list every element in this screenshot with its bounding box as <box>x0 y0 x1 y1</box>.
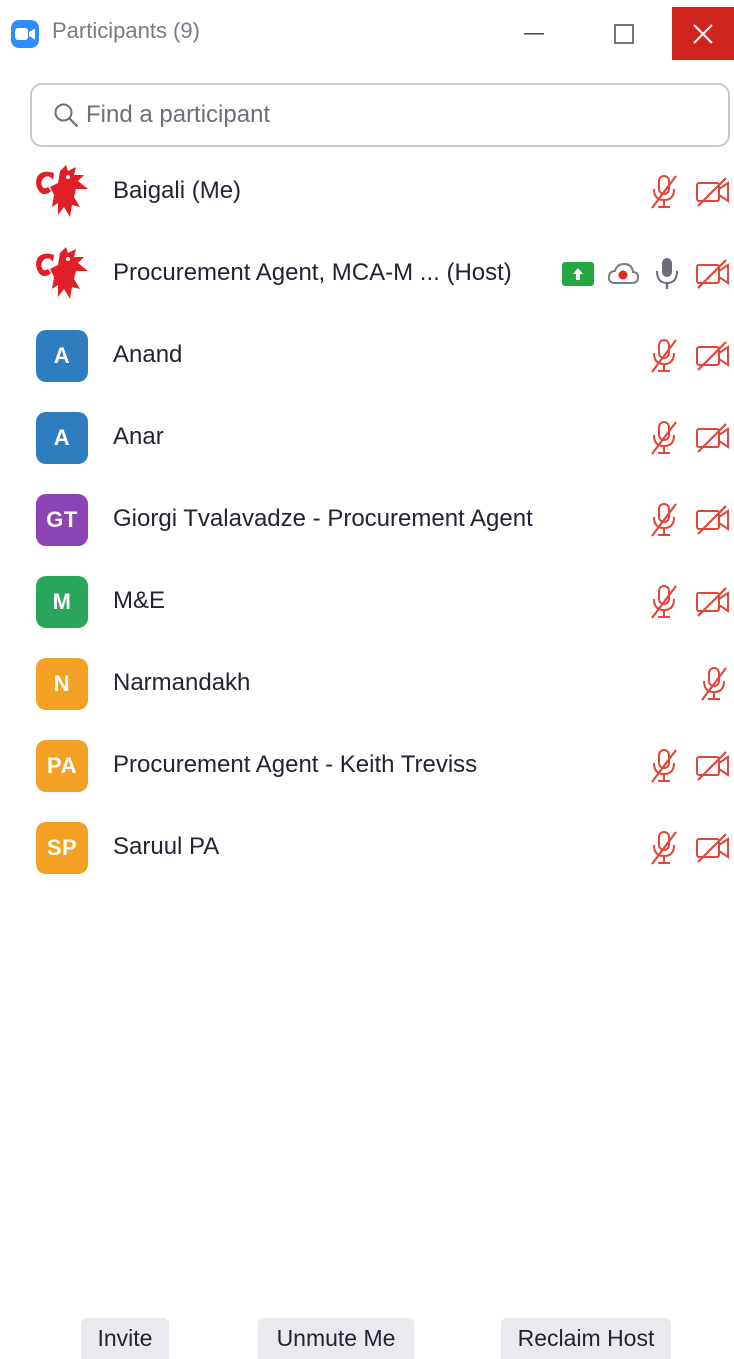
maximize-icon <box>614 23 634 44</box>
participant-status-icons <box>634 417 732 459</box>
participant-row[interactable]: A Anar <box>0 397 734 479</box>
participant-list: Baigali (Me) Procurement Agent, MCA-M ..… <box>0 151 734 889</box>
mic-on-icon <box>652 255 682 293</box>
mic-muted-icon <box>646 337 682 375</box>
participant-name: Anar <box>113 423 164 450</box>
participant-row[interactable]: Procurement Agent, MCA-M ... (Host) <box>0 233 734 315</box>
participants-window: Participants (9) Baigali (Me) Procuremen… <box>0 0 734 1359</box>
mic-muted-icon <box>646 419 682 457</box>
participant-row[interactable]: GT Giorgi Tvalavadze - Procurement Agent <box>0 479 734 561</box>
mic-muted-icon <box>646 501 682 539</box>
mic-muted-icon <box>646 829 682 867</box>
participant-avatar: A <box>36 330 88 382</box>
participant-row[interactable]: SP Saruul PA <box>0 807 734 889</box>
title-bar[interactable]: Participants (9) <box>0 0 734 64</box>
participant-name: Procurement Agent - Keith Treviss <box>113 751 478 778</box>
window-title: Participants (9) <box>52 18 200 43</box>
participant-avatar: PA <box>36 740 88 792</box>
participant-status-icons <box>634 745 732 787</box>
video-off-icon <box>694 421 732 455</box>
lion-logo-avatar-icon <box>32 163 92 221</box>
video-off-icon <box>694 503 732 537</box>
participant-status-icons <box>684 663 732 705</box>
participant-row[interactable]: M M&E <box>0 561 734 643</box>
participant-avatar: SP <box>36 822 88 874</box>
video-off-icon <box>694 749 732 783</box>
participant-row[interactable]: PA Procurement Agent - Keith Treviss <box>0 725 734 807</box>
cloud-recording-icon <box>606 261 640 287</box>
participant-avatar: A <box>36 412 88 464</box>
participant-row[interactable]: A Anand <box>0 315 734 397</box>
video-off-icon <box>694 257 732 291</box>
maximize-button[interactable] <box>593 7 655 60</box>
participant-row[interactable]: Baigali (Me) <box>0 151 734 233</box>
minimize-button[interactable] <box>503 7 565 60</box>
participant-status-icons <box>550 253 732 295</box>
video-off-icon <box>694 175 732 209</box>
participant-name: Giorgi Tvalavadze - Procurement Agent <box>113 505 533 532</box>
participant-avatar: M <box>36 576 88 628</box>
screen-share-icon <box>562 262 594 286</box>
participant-row[interactable]: N Narmandakh <box>0 643 734 725</box>
video-off-icon <box>694 831 732 865</box>
participant-name: M&E <box>113 587 166 614</box>
participant-status-icons <box>634 335 732 377</box>
participant-name: Anand <box>113 341 183 368</box>
participant-avatar: N <box>36 658 88 710</box>
reclaim-host-button[interactable]: Reclaim Host <box>501 1318 671 1359</box>
minimize-icon <box>524 32 544 35</box>
participant-status-icons <box>634 581 732 623</box>
mic-muted-icon <box>646 173 682 211</box>
participant-avatar: GT <box>36 494 88 546</box>
invite-button[interactable]: Invite <box>81 1318 169 1359</box>
mic-muted-icon <box>696 665 732 703</box>
video-off-icon <box>694 339 732 373</box>
unmute-me-button[interactable]: Unmute Me <box>258 1318 414 1359</box>
participant-status-icons <box>634 499 732 541</box>
close-button[interactable] <box>672 7 734 60</box>
participant-name: Narmandakh <box>113 669 251 696</box>
search-icon <box>54 103 79 128</box>
video-off-icon <box>694 585 732 619</box>
mic-muted-icon <box>646 747 682 785</box>
search-input[interactable] <box>86 101 686 129</box>
participant-name: Baigali (Me) <box>113 177 242 204</box>
close-icon <box>693 23 713 44</box>
participant-status-icons <box>634 827 732 869</box>
participant-name: Saruul PA <box>113 833 220 860</box>
participant-name: Procurement Agent, MCA-M ... (Host) <box>113 259 512 286</box>
search-box[interactable] <box>30 83 730 147</box>
lion-logo-avatar-icon <box>32 245 92 303</box>
mic-muted-icon <box>646 583 682 621</box>
participant-status-icons <box>634 171 732 213</box>
zoom-app-icon <box>11 20 39 48</box>
